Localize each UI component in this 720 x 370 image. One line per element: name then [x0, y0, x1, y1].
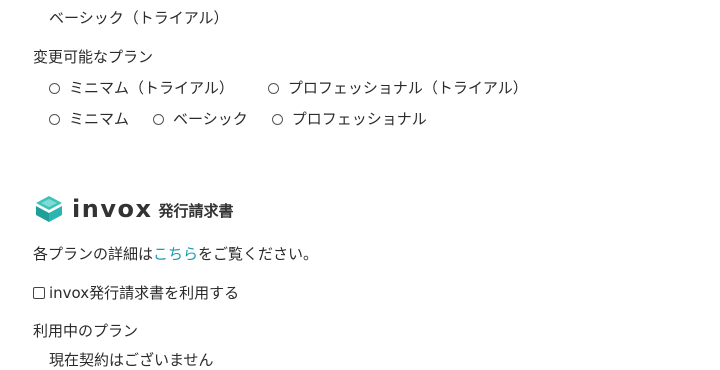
- radio-label: ベーシック: [173, 110, 248, 128]
- details-link[interactable]: こちら: [153, 245, 198, 263]
- plan-options-row-2: ミニマム ベーシック プロフェッショナル: [49, 109, 427, 129]
- details-prefix: 各プランの詳細は: [33, 245, 154, 263]
- radio-circle-icon[interactable]: [271, 113, 283, 125]
- radio-label: プロフェッショナル: [291, 110, 427, 128]
- radio-basic[interactable]: ベーシック: [153, 109, 248, 129]
- radio-professional-trial[interactable]: プロフェッショナル（トライアル）: [267, 78, 528, 98]
- radio-minimum[interactable]: ミニマム: [49, 109, 129, 129]
- use-invox-checkbox-label: invox発行請求書を利用する: [49, 284, 240, 302]
- invox-cube-icon: [36, 196, 62, 222]
- invox-logo: invox 発行請求書: [34, 193, 233, 225]
- logo-wordmark: invox: [72, 195, 153, 223]
- current-plan-status: 現在契約はございません: [49, 351, 214, 369]
- radio-circle-icon[interactable]: [153, 113, 165, 125]
- current-plan-value: ベーシック（トライアル）: [49, 9, 229, 27]
- radio-label: ミニマム: [69, 110, 130, 128]
- use-invox-checkbox-row[interactable]: invox発行請求書を利用する: [33, 283, 239, 303]
- radio-circle-icon[interactable]: [49, 82, 60, 94]
- radio-circle-icon[interactable]: [49, 113, 60, 125]
- radio-circle-icon[interactable]: [267, 82, 279, 94]
- changeable-plans-label: 変更可能なプラン: [33, 48, 154, 66]
- logo-subtitle: 発行請求書: [158, 201, 234, 220]
- radio-professional[interactable]: プロフェッショナル: [271, 109, 427, 129]
- radio-minimum-trial[interactable]: ミニマム（トライアル）: [49, 78, 234, 98]
- details-suffix: をご覧ください。: [198, 245, 319, 263]
- plan-details-line: 各プランの詳細はこちらをご覧ください。: [33, 244, 318, 264]
- plan-options-row-1: ミニマム（トライアル） プロフェッショナル（トライアル）: [49, 78, 528, 98]
- radio-label: プロフェッショナル（トライアル）: [287, 79, 528, 97]
- use-invox-checkbox[interactable]: [33, 287, 45, 299]
- radio-label: ミニマム（トライアル）: [69, 79, 234, 97]
- current-plan-label: 利用中のプラン: [33, 322, 139, 340]
